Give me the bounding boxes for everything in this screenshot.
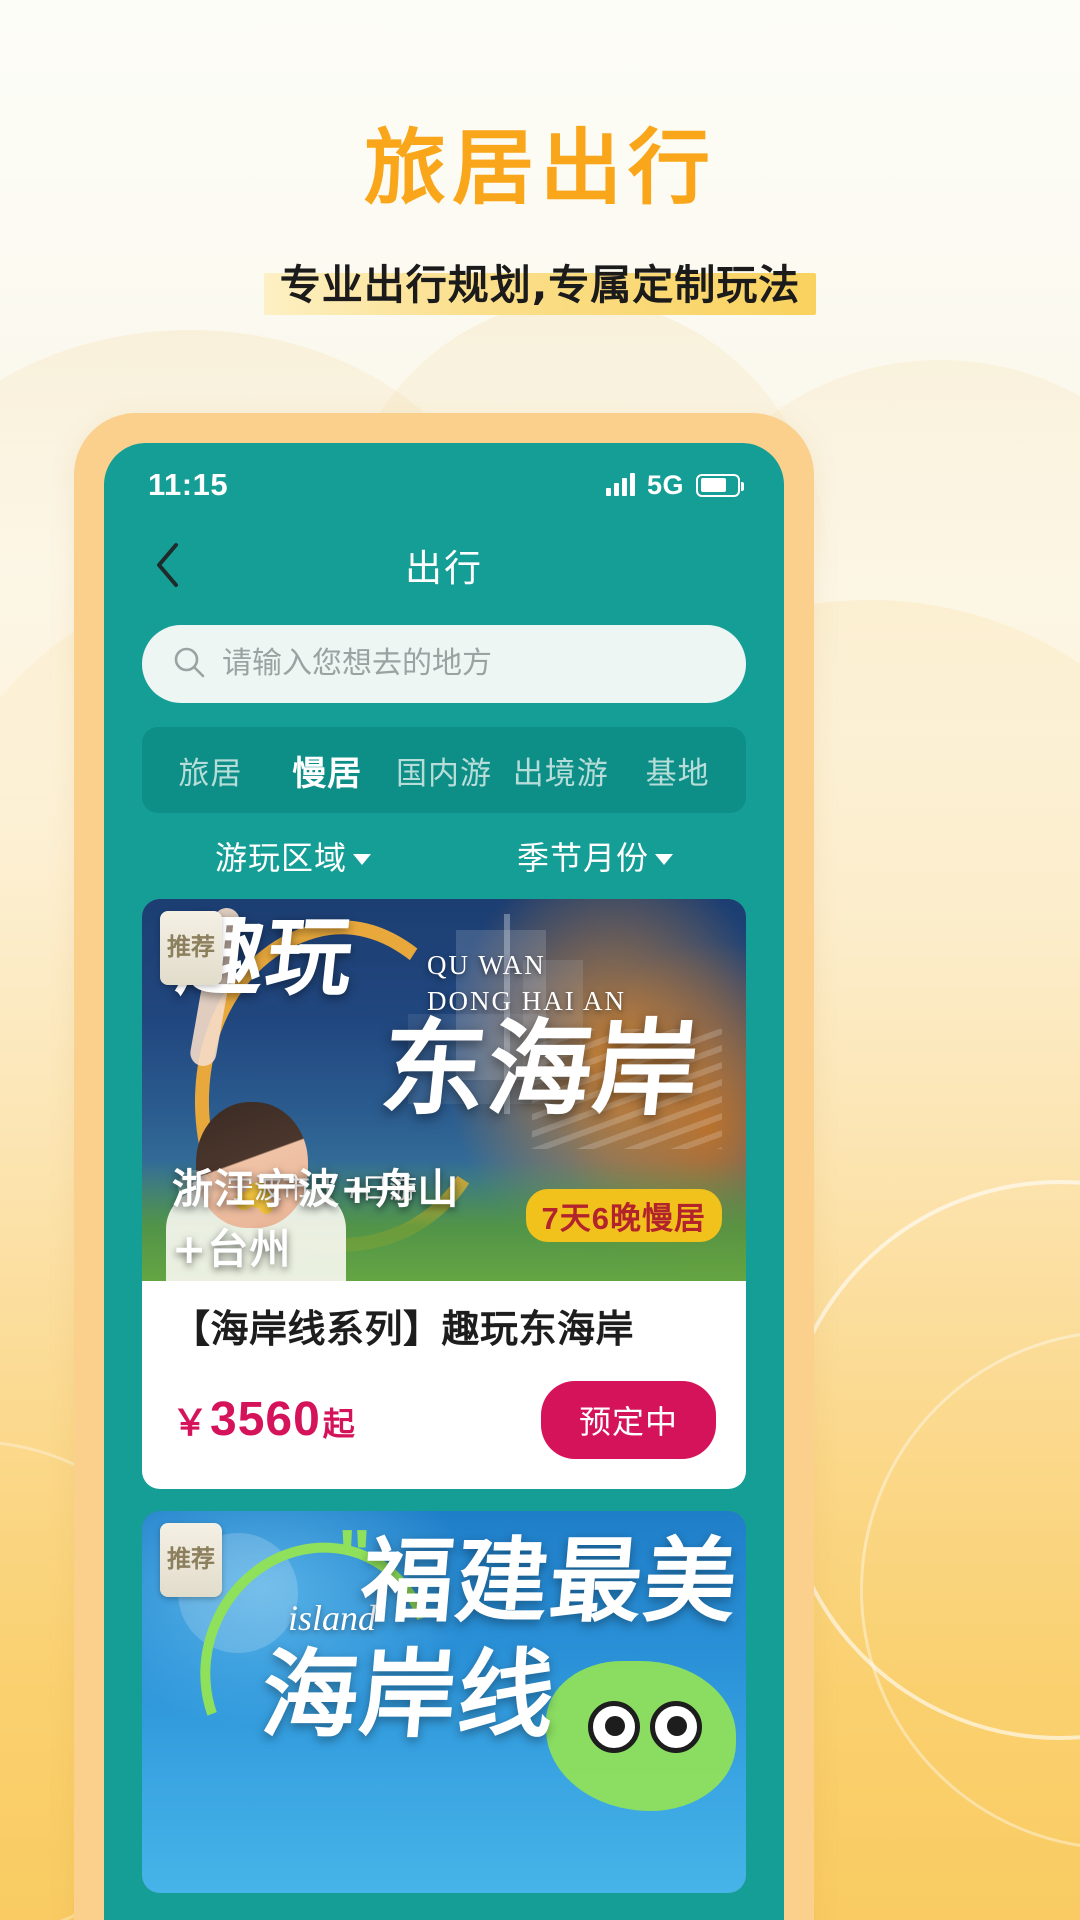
status-indicators: 5G (605, 469, 744, 501)
subtitle-wrapper: 专业出行规划,专属定制玩法 (263, 256, 817, 317)
recommend-badge: 推荐 (160, 1522, 222, 1597)
cover-pinyin-line1: QU WAN (427, 950, 546, 980)
signal-bars-icon (605, 473, 635, 496)
battery-icon (696, 473, 744, 497)
phone-frame: 11:15 5G 出行 请输入您想去的地方 旅居 慢居 国内游 出境游 基地 游… (74, 413, 814, 1920)
filter-season-label: 季节月份 (516, 840, 649, 876)
nav-title: 出行 (405, 548, 483, 589)
cover-route: 浙江宁波+舟山+台州 (172, 1165, 460, 1273)
cover-pinyin-line2: DONG HAI AN (427, 986, 626, 1017)
chevron-down-icon (655, 853, 673, 865)
cover-title-line1: 福建最美 (357, 1527, 743, 1635)
tab-jidi[interactable]: 基地 (619, 740, 736, 801)
category-tab-bar: 旅居 慢居 国内游 出境游 基地 (142, 727, 746, 813)
product-card[interactable]: 推荐 趣玩 东海岸 QU WAN DONG HAI AN 宁波市 | 7日游 浙… (142, 899, 746, 1489)
search-input[interactable] (222, 647, 716, 681)
filter-region-label: 游玩区域 (214, 840, 347, 876)
filter-bar: 游玩区域 季节月份 (142, 813, 746, 899)
network-type-label: 5G (646, 469, 684, 500)
product-card-body: 【海岸线系列】趣玩东海岸 ￥ 3560 起 预定中 (142, 1281, 746, 1489)
product-card-list: 推荐 趣玩 东海岸 QU WAN DONG HAI AN 宁波市 | 7日游 浙… (104, 899, 784, 1893)
back-chevron-icon[interactable] (144, 542, 190, 588)
nav-bar: 出行 (104, 517, 784, 613)
tab-manju[interactable]: 慢居 (269, 738, 386, 803)
price-value: 3560 (210, 1393, 321, 1446)
cover-route-tag: 7天6晚慢居 (525, 1188, 722, 1242)
price-suffix: 起 (322, 1406, 355, 1442)
search-box[interactable] (142, 625, 746, 703)
recommend-badge-text: 推荐 (167, 934, 215, 962)
cover-title-line2: 东海岸 (375, 1008, 707, 1130)
filter-season[interactable]: 季节月份 (444, 833, 746, 879)
poster-header: 旅居出行 专业出行规划,专属定制玩法 (0, 0, 1080, 317)
page-subtitle: 专业出行规划,专属定制玩法 (279, 261, 801, 309)
booking-status-button[interactable]: 预定中 (540, 1380, 716, 1459)
cover-route-row: 浙江宁波+舟山+台州 7天6晚慢居 (172, 1155, 722, 1275)
status-time: 11:15 (148, 467, 229, 502)
product-card-media: 推荐 趣玩 东海岸 QU WAN DONG HAI AN 宁波市 | 7日游 浙… (142, 899, 746, 1281)
search-icon (172, 645, 206, 684)
tab-guoneiyou[interactable]: 国内游 (386, 740, 503, 801)
product-price: ￥ 3560 起 (172, 1392, 355, 1447)
tab-chujingyou[interactable]: 出境游 (502, 740, 619, 801)
filter-region[interactable]: 游玩区域 (142, 833, 444, 879)
phone-screen: 11:15 5G 出行 请输入您想去的地方 旅居 慢居 国内游 出境游 基地 游… (104, 443, 784, 1920)
recommend-badge-text: 推荐 (167, 1545, 215, 1573)
search-section (104, 613, 784, 723)
page-title: 旅居出行 (363, 121, 716, 216)
status-bar: 11:15 5G (104, 443, 784, 517)
product-card[interactable]: 推荐 " island 福建最美 海岸线 (142, 1510, 746, 1893)
cover-title-line2: 海岸线 (257, 1638, 561, 1751)
tab-lvju[interactable]: 旅居 (152, 740, 269, 801)
chevron-down-icon (353, 853, 371, 865)
cover-pinyin: QU WAN DONG HAI AN (427, 947, 626, 1020)
product-card-footer: ￥ 3560 起 预定中 (172, 1380, 716, 1459)
price-currency: ￥ (172, 1402, 209, 1443)
product-title: 【海岸线系列】趣玩东海岸 (172, 1309, 635, 1351)
recommend-badge: 推荐 (160, 911, 222, 985)
mascot-eyes-icon (588, 1700, 702, 1753)
product-card-media: 推荐 " island 福建最美 海岸线 (142, 1510, 746, 1893)
